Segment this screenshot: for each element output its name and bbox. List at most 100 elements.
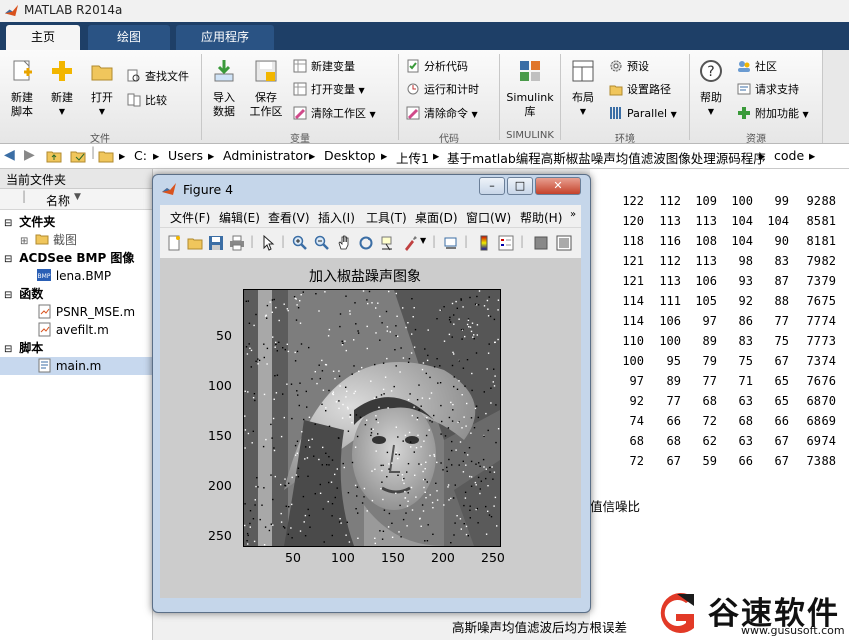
column-header-name[interactable]: 名称 bbox=[46, 192, 70, 209]
list-item[interactable]: BMP lena.BMP bbox=[0, 267, 152, 285]
menu-help[interactable]: 帮助(H) bbox=[520, 209, 562, 226]
save-workspace-label: 保存 工作区 bbox=[249, 91, 283, 118]
pan-hand-icon[interactable] bbox=[336, 235, 352, 251]
list-item-selected[interactable]: main.m bbox=[0, 357, 152, 375]
list-item[interactable]: PSNR_MSE.m bbox=[0, 303, 152, 321]
figure-window[interactable]: Figure 4 – □ ✕ 文件(F) 编辑(E) 查看(V) 插入(I) 工… bbox=[152, 174, 591, 613]
matrix-cell: 73 bbox=[821, 334, 836, 348]
collapse-icon[interactable]: ⊟ bbox=[4, 344, 12, 355]
breadcrumb-item[interactable]: C: bbox=[134, 148, 147, 163]
zoom-out-icon[interactable] bbox=[314, 235, 330, 251]
community-button[interactable]: 社区 bbox=[737, 58, 777, 76]
chevron-down-icon[interactable]: ▼ bbox=[420, 236, 426, 245]
clear-commands-button[interactable]: 清除命令 ▼ bbox=[406, 105, 478, 123]
folder-group-header[interactable]: ⊟ 文件夹 bbox=[0, 213, 152, 231]
set-path-button[interactable]: 设置路径 bbox=[609, 81, 671, 99]
save-icon[interactable] bbox=[208, 235, 224, 251]
help-button[interactable]: ? 帮助 ▼ bbox=[694, 58, 728, 119]
print-icon[interactable] bbox=[229, 235, 245, 251]
group-label: ACDSee BMP 图像 bbox=[19, 251, 135, 265]
collapse-icon[interactable]: ⊟ bbox=[4, 254, 12, 265]
menu-edit[interactable]: 编辑(E) bbox=[219, 209, 260, 226]
tab-apps[interactable]: 应用程序 bbox=[176, 25, 274, 50]
new-variable-button[interactable]: 新建变量 bbox=[293, 58, 355, 76]
save-workspace-button[interactable]: 保存 工作区 bbox=[246, 58, 286, 119]
add-ons-button[interactable]: 附加功能 ▼ bbox=[737, 105, 809, 123]
compare-button[interactable]: 比较 bbox=[127, 92, 167, 110]
up-folder-icon[interactable] bbox=[46, 148, 62, 164]
menu-file[interactable]: 文件(F) bbox=[170, 209, 210, 226]
run-and-time-button[interactable]: 运行和计时 bbox=[406, 81, 479, 99]
menu-view[interactable]: 查看(V) bbox=[268, 209, 310, 226]
parallel-button[interactable]: Parallel ▼ bbox=[609, 105, 677, 123]
collapse-icon[interactable]: ⊟ bbox=[4, 218, 12, 229]
data-cursor-icon[interactable] bbox=[380, 235, 396, 251]
figure-canvas[interactable]: 加入椒盐躁声图象 50 100 150 200 250 50 100 150 2… bbox=[160, 258, 581, 598]
breadcrumb-item[interactable]: 基于matlab编程高斯椒盐噪声均值滤波图像处理源码程序 bbox=[447, 148, 766, 167]
matrix-cell: 104 bbox=[731, 234, 753, 248]
new-button[interactable]: 新建 ▼ bbox=[44, 58, 80, 119]
import-data-button[interactable]: 导入 数据 bbox=[206, 58, 242, 119]
command-window[interactable]: 122 112 109 100 99 92 88 120 113 113 104 104 85 81 118… bbox=[590, 169, 849, 640]
menu-window[interactable]: 窗口(W) bbox=[466, 209, 511, 226]
collapse-icon[interactable]: ⊟ bbox=[4, 290, 12, 301]
expand-icon[interactable]: ⊞ bbox=[20, 236, 28, 247]
simulink-library-button[interactable]: Simulink 库 bbox=[504, 58, 556, 119]
run-and-time-label: 运行和计时 bbox=[424, 83, 479, 96]
breadcrumb-item[interactable]: Administrator bbox=[223, 148, 308, 163]
find-files-button[interactable]: 查找文件 bbox=[127, 68, 189, 86]
item-label: 截图 bbox=[53, 233, 78, 247]
y-tick-label: 200 bbox=[208, 478, 232, 493]
tab-plots[interactable]: 绘图 bbox=[88, 25, 170, 50]
breadcrumb-item[interactable]: Desktop bbox=[324, 148, 376, 163]
breadcrumb-item[interactable]: code bbox=[774, 148, 804, 163]
open-button[interactable]: 打开 ▼ bbox=[84, 58, 120, 119]
image-axes[interactable] bbox=[243, 289, 501, 547]
show-plot-tools-icon[interactable] bbox=[556, 235, 572, 251]
menu-insert[interactable]: 插入(I) bbox=[318, 209, 355, 226]
layout-button[interactable]: 布局 ▼ bbox=[566, 58, 600, 119]
chevron-right-icon: ▸ bbox=[153, 148, 160, 163]
preferences-button[interactable]: 预设 bbox=[609, 58, 649, 76]
menu-desktop[interactable]: 桌面(D) bbox=[415, 209, 458, 226]
breadcrumb-item[interactable]: 上传1 bbox=[396, 148, 429, 167]
list-item[interactable]: ⊞ 截图 bbox=[0, 231, 152, 249]
breadcrumb-item[interactable]: Users bbox=[168, 148, 203, 163]
clear-workspace-button[interactable]: 清除工作区 ▼ bbox=[293, 105, 376, 123]
request-support-button[interactable]: 请求支持 bbox=[737, 81, 799, 99]
find-files-icon bbox=[127, 69, 140, 82]
column-header-row[interactable]: | 名称 ▼ bbox=[0, 189, 152, 210]
close-button[interactable]: ✕ bbox=[535, 177, 581, 195]
colorbar-icon[interactable] bbox=[476, 235, 492, 251]
analyze-code-button[interactable]: 分析代码 bbox=[406, 58, 468, 76]
link-plot-icon[interactable] bbox=[443, 235, 459, 251]
forward-icon[interactable]: ▶ bbox=[24, 147, 35, 163]
back-icon[interactable]: ◀ bbox=[4, 147, 15, 163]
menu-overflow-icon[interactable]: » bbox=[570, 209, 576, 220]
zoom-in-icon[interactable] bbox=[292, 235, 308, 251]
matrix-cell: 63 bbox=[738, 434, 753, 448]
legend-icon[interactable] bbox=[498, 235, 514, 251]
rotate-3d-icon[interactable] bbox=[358, 235, 374, 251]
script-group-header[interactable]: ⊟ 脚本 bbox=[0, 339, 152, 357]
open-file-icon[interactable] bbox=[187, 235, 203, 251]
list-item[interactable]: avefilt.m bbox=[0, 321, 152, 339]
browse-folder-icon[interactable] bbox=[70, 148, 86, 164]
maximize-button[interactable]: □ bbox=[507, 177, 533, 195]
tab-home[interactable]: 主页 bbox=[6, 25, 80, 50]
new-figure-icon[interactable] bbox=[166, 235, 182, 251]
matrix-cell: 65 bbox=[774, 374, 789, 388]
function-group-header[interactable]: ⊟ 函数 bbox=[0, 285, 152, 303]
new-label: 新建 bbox=[51, 91, 73, 104]
new-variable-icon bbox=[293, 59, 307, 73]
pointer-icon[interactable] bbox=[260, 235, 276, 251]
new-script-button[interactable]: 新建 脚本 bbox=[4, 58, 40, 119]
hide-plot-tools-icon[interactable] bbox=[533, 235, 549, 251]
minimize-button[interactable]: – bbox=[479, 177, 505, 195]
menu-tools[interactable]: 工具(T) bbox=[366, 209, 407, 226]
open-variable-button[interactable]: 打开变量 ▼ bbox=[293, 81, 365, 99]
chevron-down-icon: ▼ bbox=[98, 107, 106, 116]
brush-icon[interactable] bbox=[402, 235, 418, 251]
help-icon: ? bbox=[700, 60, 722, 82]
bmp-group-header[interactable]: ⊟ ACDSee BMP 图像 bbox=[0, 249, 152, 267]
